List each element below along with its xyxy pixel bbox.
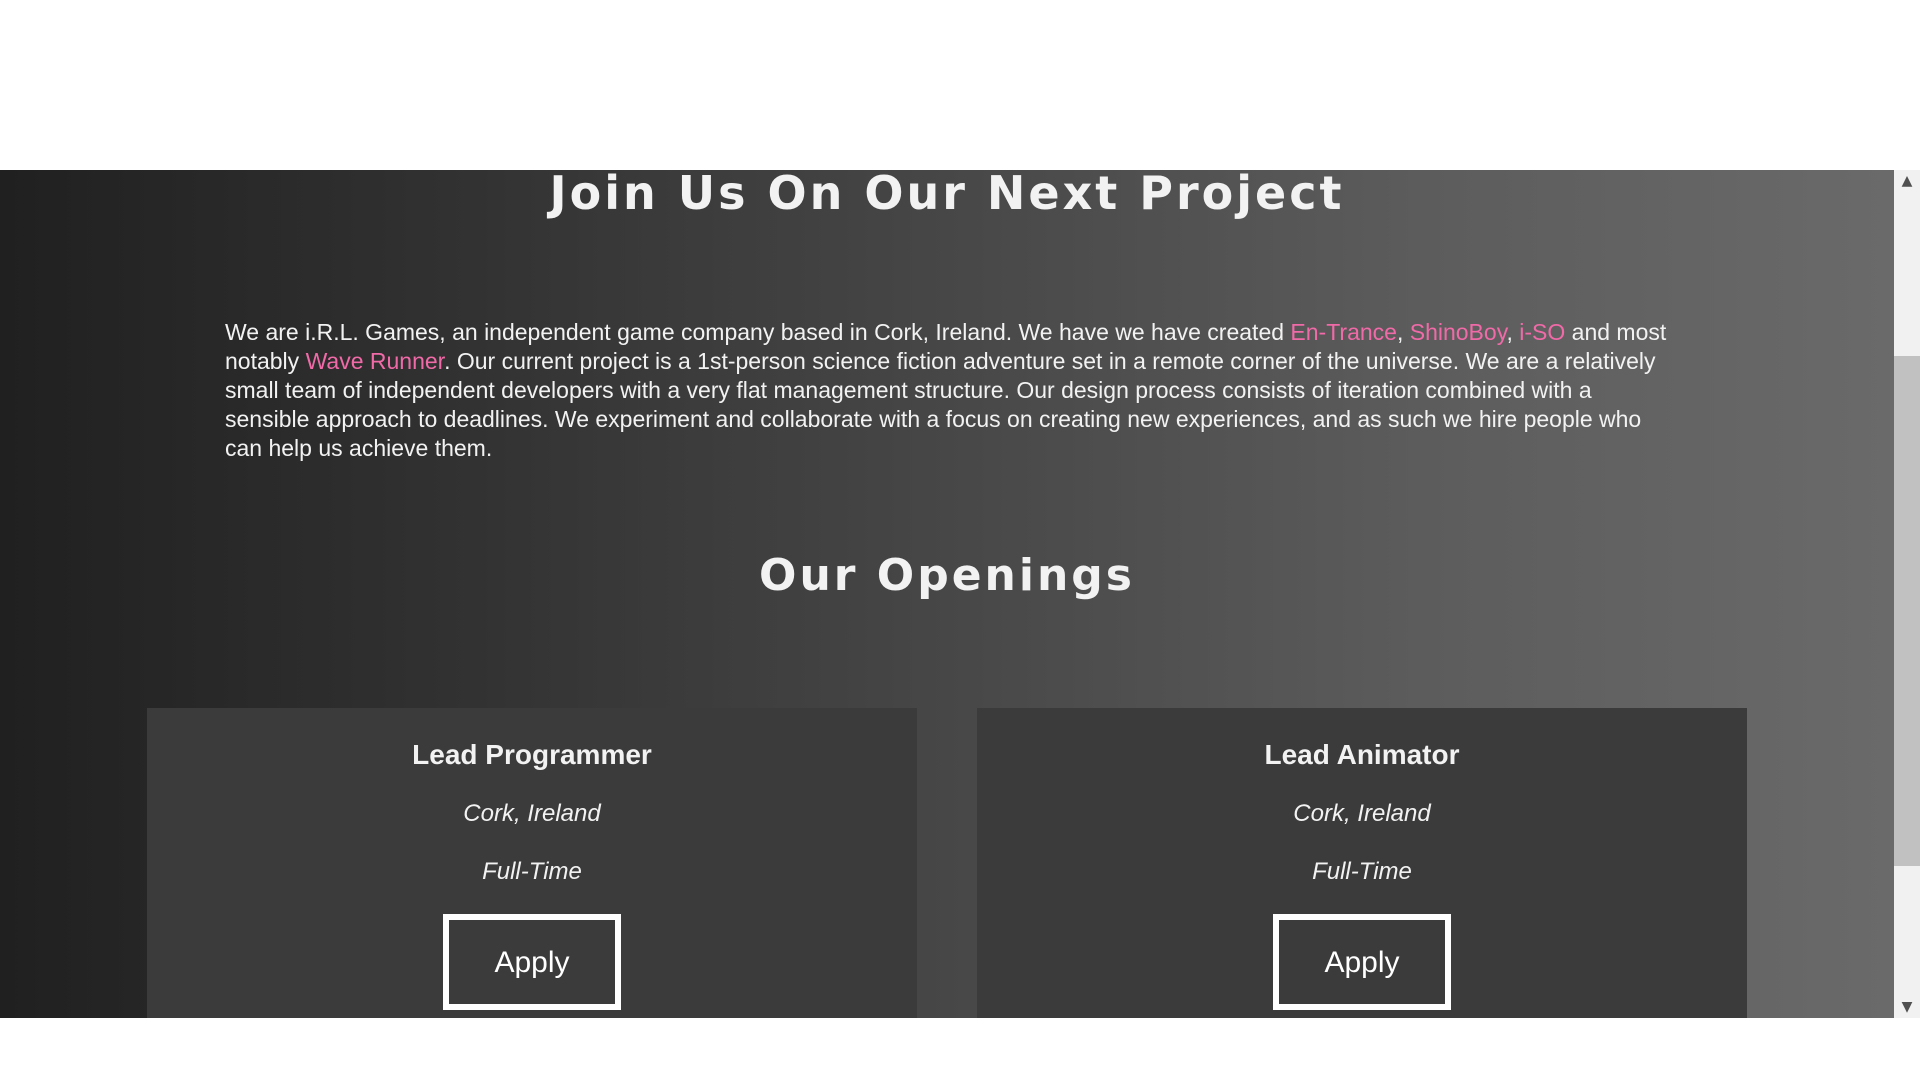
- apply-button-lead-animator[interactable]: Apply: [1273, 914, 1451, 1010]
- job-title: Lead Animator: [1264, 739, 1460, 770]
- intro-separator-1: ,: [1396, 319, 1410, 345]
- page: Join Us On Our Next Project We are i.R.L…: [0, 0, 1920, 1080]
- job-title: Lead Programmer: [412, 739, 652, 770]
- job-card-lead-programmer: Lead Programmer Cork, Ireland Full-Time …: [147, 708, 917, 1018]
- chevron-down-icon[interactable]: ▼: [1894, 996, 1920, 1018]
- intro-text-part-1: We are i.R.L. Games, an independent game…: [225, 319, 1291, 345]
- game-link-shinoboy[interactable]: ShinoBoy: [1410, 319, 1507, 345]
- intro-paragraph: We are i.R.L. Games, an independent game…: [225, 318, 1670, 463]
- game-link-en-trance[interactable]: En-Trance: [1290, 319, 1397, 345]
- game-link-i-so[interactable]: i-SO: [1519, 319, 1565, 345]
- chevron-up-icon[interactable]: ▲: [1894, 170, 1920, 192]
- scrollbar-thumb[interactable]: [1894, 356, 1920, 866]
- game-link-wave-runner[interactable]: Wave Runner: [306, 348, 445, 374]
- openings-heading: Our Openings: [759, 550, 1135, 601]
- apply-button-lead-programmer[interactable]: Apply: [443, 914, 621, 1010]
- content-viewport: Join Us On Our Next Project We are i.R.L…: [0, 170, 1894, 1018]
- page-title: Join Us On Our Next Project: [549, 170, 1345, 220]
- job-type: Full-Time: [1312, 858, 1412, 885]
- job-card-lead-animator: Lead Animator Cork, Ireland Full-Time Ap…: [977, 708, 1747, 1018]
- intro-separator-2: ,: [1506, 319, 1520, 345]
- vertical-scrollbar[interactable]: ▲ ▼: [1894, 170, 1920, 1018]
- job-location: Cork, Ireland: [463, 800, 601, 827]
- job-location: Cork, Ireland: [1293, 800, 1431, 827]
- job-type: Full-Time: [482, 858, 582, 885]
